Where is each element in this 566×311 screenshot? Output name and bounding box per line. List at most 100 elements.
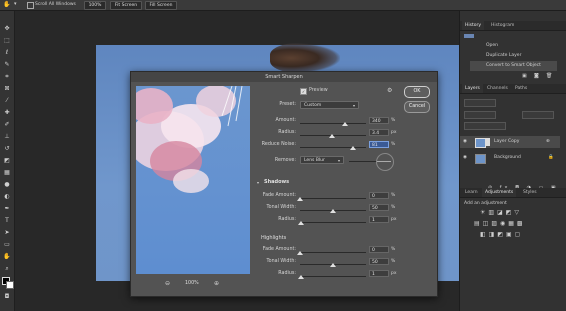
radius-slider[interactable] bbox=[300, 222, 366, 223]
reduce-noise-field[interactable]: 81 bbox=[369, 141, 389, 148]
path-select-icon[interactable]: ➤ bbox=[3, 229, 11, 237]
quick-select-tool-icon[interactable]: ✎ bbox=[3, 61, 11, 69]
angle-dial[interactable] bbox=[376, 153, 394, 171]
radius-slider[interactable] bbox=[300, 276, 366, 277]
fade-amount-field[interactable]: 0 bbox=[369, 246, 389, 253]
amount-slider-thumb[interactable] bbox=[341, 122, 348, 126]
fit-screen-button[interactable]: Fit Screen bbox=[110, 1, 142, 10]
radius-field[interactable]: 3.4 bbox=[369, 129, 389, 136]
chevron-down-icon[interactable]: ▾ bbox=[14, 1, 17, 7]
pen-tool-icon[interactable]: ✒ bbox=[3, 205, 11, 213]
layer-row-layer-copy[interactable]: ◉ Layer Copy ⊕ bbox=[460, 136, 560, 148]
tonal-width-slider-thumb[interactable] bbox=[330, 263, 336, 267]
eraser-tool-icon[interactable]: ◩ bbox=[3, 157, 11, 165]
tab-learn[interactable]: Learn bbox=[462, 188, 481, 197]
frame-tool-icon[interactable]: ⊠ bbox=[3, 85, 11, 93]
tab-histogram[interactable]: Histogram bbox=[488, 21, 517, 30]
fade-amount-unit: % bbox=[391, 247, 396, 252]
tonal-width-field[interactable]: 50 bbox=[369, 258, 389, 265]
hand-tool-icon[interactable]: ✋ bbox=[3, 1, 10, 8]
camera-icon[interactable]: ◙ bbox=[534, 73, 539, 79]
blur-tool-icon[interactable]: ● bbox=[3, 181, 11, 189]
eye-icon[interactable]: ◉ bbox=[463, 136, 467, 148]
fade-amount-slider[interactable] bbox=[300, 252, 366, 253]
fade-amount-label: Fade Amount: bbox=[262, 247, 296, 252]
fade-amount-slider[interactable] bbox=[300, 198, 366, 199]
zoom-100-button[interactable]: 100% bbox=[84, 1, 106, 10]
background-color-swatch[interactable] bbox=[6, 281, 14, 289]
radius-unit: px bbox=[391, 130, 397, 135]
move-tool-icon[interactable]: ✥ bbox=[3, 25, 11, 33]
fade-amount-field[interactable]: 0 bbox=[369, 192, 389, 199]
type-tool-icon[interactable]: T bbox=[3, 217, 11, 225]
crop-tool-icon[interactable]: ⌗ bbox=[3, 73, 11, 81]
lock-icon: 🔒 bbox=[548, 155, 554, 160]
preview-checkbox[interactable]: ✓ bbox=[300, 88, 307, 95]
radius-field[interactable]: 1 bbox=[369, 216, 389, 223]
zoom-tool-icon[interactable]: ⌕ bbox=[3, 265, 11, 273]
fade-amount-slider-thumb[interactable] bbox=[297, 251, 303, 255]
snapshot-icon[interactable]: ▣ bbox=[522, 73, 527, 79]
options-bar: ✋ ▾ Scroll All Windows 100% Fit Screen F… bbox=[0, 0, 566, 11]
radius-slider-thumb[interactable] bbox=[297, 275, 304, 279]
tab-adjustments[interactable]: Adjustments bbox=[482, 188, 517, 197]
clone-stamp-icon[interactable]: ⊥ bbox=[3, 133, 11, 141]
eyedropper-tool-icon[interactable]: ⁄ bbox=[3, 97, 11, 105]
reduce-noise-slider-thumb[interactable] bbox=[350, 146, 357, 150]
eye-icon[interactable]: ◉ bbox=[463, 152, 467, 164]
scroll-all-windows-checkbox[interactable] bbox=[27, 2, 34, 9]
zoom-in-icon[interactable]: ⊕ bbox=[214, 280, 219, 287]
layer-filter-select[interactable] bbox=[464, 99, 496, 107]
remove-value: Lens Blur bbox=[304, 158, 325, 163]
quick-mask-icon[interactable]: ◘ bbox=[3, 293, 11, 301]
adjustment-icons-row-1[interactable]: ☀▥◪◩▽ bbox=[480, 209, 522, 216]
amount-label: Amount: bbox=[275, 118, 296, 123]
amount-slider[interactable] bbox=[300, 123, 366, 124]
radius-slider-thumb[interactable] bbox=[328, 134, 335, 138]
fill-screen-button[interactable]: Fill Screen bbox=[145, 1, 177, 10]
tonal-width-unit: % bbox=[391, 205, 396, 210]
dodge-tool-icon[interactable]: ◐ bbox=[3, 193, 11, 201]
history-brush-icon[interactable]: ↺ bbox=[3, 145, 11, 153]
trash-icon[interactable]: 🗑 bbox=[546, 73, 552, 79]
radius-label: Radius: bbox=[278, 271, 296, 276]
blend-mode-select[interactable] bbox=[464, 111, 496, 119]
history-item-open[interactable]: Open bbox=[470, 41, 557, 51]
tab-history[interactable]: History bbox=[462, 21, 485, 30]
lasso-tool-icon[interactable]: ℓ bbox=[3, 49, 11, 57]
history-tabbar: History Histogram bbox=[460, 21, 566, 31]
history-snapshot-thumb[interactable] bbox=[464, 34, 474, 38]
preset-select[interactable]: Custom bbox=[300, 101, 359, 109]
tonal-width-slider-thumb[interactable] bbox=[330, 209, 336, 213]
amount-field[interactable]: 340 bbox=[369, 117, 389, 124]
tab-paths[interactable]: Paths bbox=[512, 84, 530, 93]
brush-tool-icon[interactable]: ✐ bbox=[3, 121, 11, 129]
adjustment-icons-row-2[interactable]: ▤◫▨◉▦▩ bbox=[474, 220, 526, 227]
rectangle-tool-icon[interactable]: ▭ bbox=[3, 241, 11, 249]
history-item-convert[interactable]: Convert to Smart Object bbox=[470, 61, 557, 71]
ok-button[interactable]: OK bbox=[404, 86, 430, 98]
healing-brush-icon[interactable]: ✚ bbox=[3, 109, 11, 117]
smart-object-badge-icon: ⊕ bbox=[546, 139, 550, 144]
zoom-out-icon[interactable]: ⊖ bbox=[165, 280, 170, 287]
preview-pane[interactable] bbox=[136, 86, 250, 274]
fade-amount-slider-thumb[interactable] bbox=[297, 197, 303, 201]
radius-field[interactable]: 1 bbox=[369, 270, 389, 277]
opacity-field[interactable] bbox=[522, 111, 554, 119]
hand-tool-icon[interactable]: ✋ bbox=[3, 253, 11, 261]
marquee-tool-icon[interactable]: ⬚ bbox=[3, 37, 11, 45]
gear-icon[interactable]: ⚙ bbox=[387, 87, 392, 94]
tonal-width-field[interactable]: 50 bbox=[369, 204, 389, 211]
radius-slider-thumb[interactable] bbox=[297, 221, 304, 225]
tab-channels[interactable]: Channels bbox=[484, 84, 511, 93]
gradient-tool-icon[interactable]: ▦ bbox=[3, 169, 11, 177]
chevron-down-icon[interactable]: ▾ bbox=[257, 180, 259, 185]
adjustment-icons-row-3[interactable]: ◧◨◩▣▢ bbox=[480, 231, 523, 238]
tab-styles[interactable]: Styles bbox=[520, 188, 540, 197]
history-item-duplicate-layer[interactable]: Duplicate Layer bbox=[470, 51, 557, 61]
cancel-button[interactable]: Cancel bbox=[404, 101, 430, 113]
layer-row-background[interactable]: ◉ Background 🔒 bbox=[460, 152, 560, 164]
lock-options[interactable] bbox=[464, 122, 506, 130]
zoom-level: 100% bbox=[185, 281, 199, 286]
tab-layers[interactable]: Layers bbox=[462, 84, 483, 93]
